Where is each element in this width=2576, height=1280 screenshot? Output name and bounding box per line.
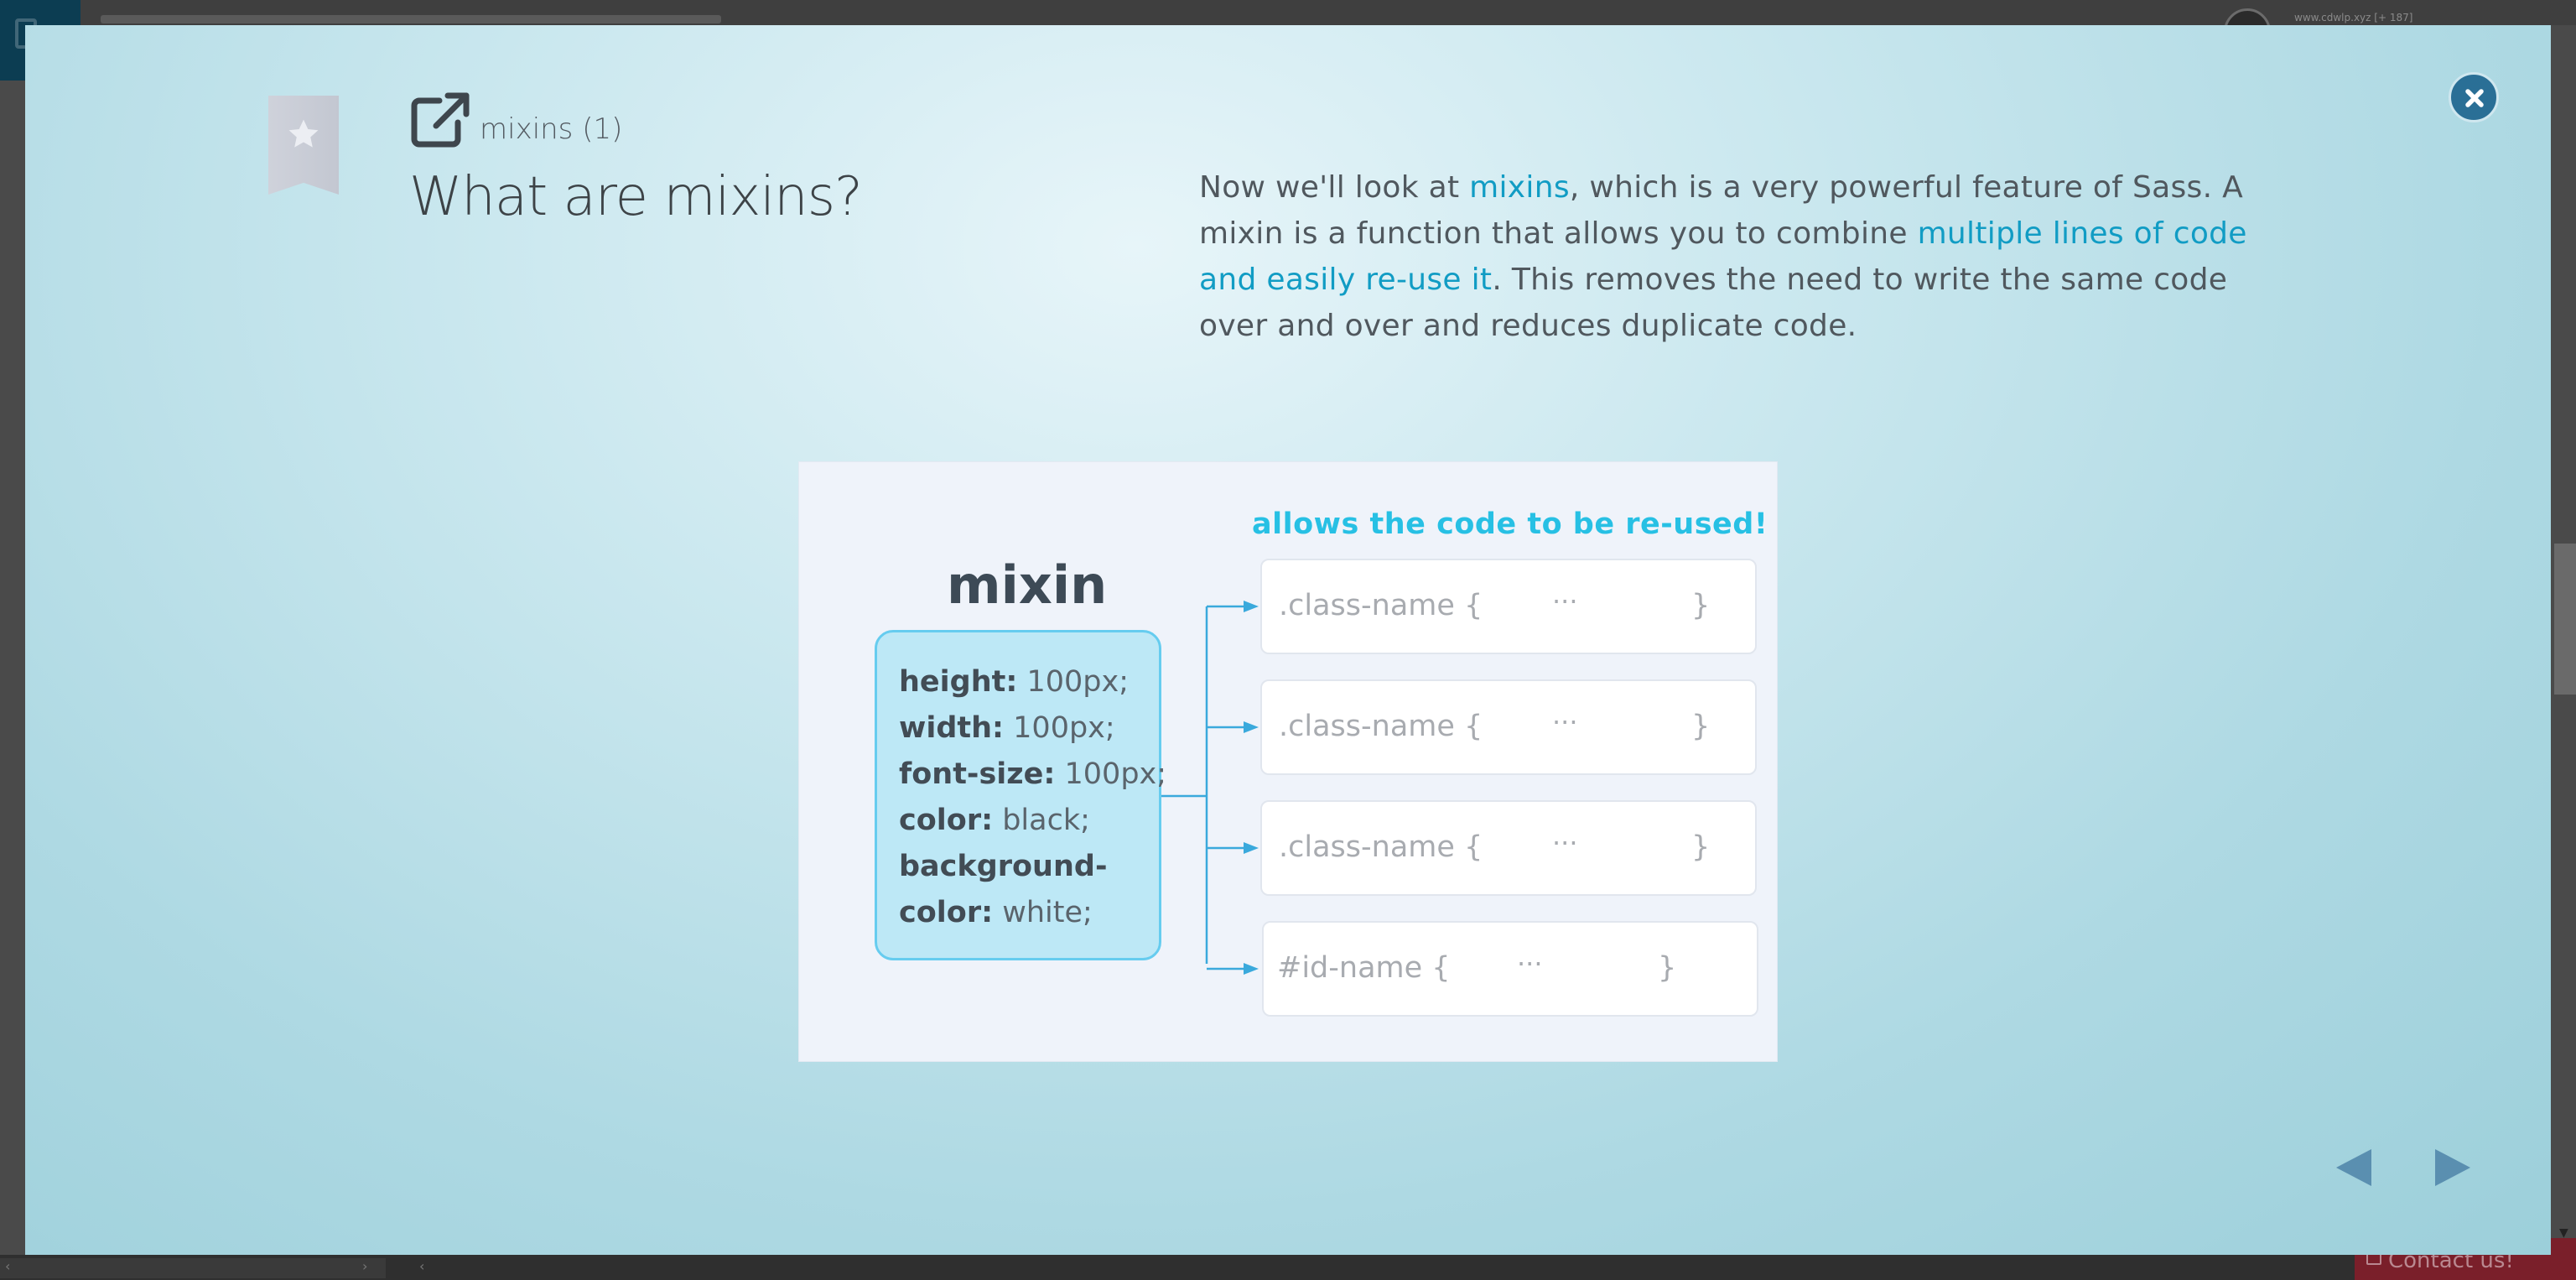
- star-icon: [288, 119, 319, 148]
- closing-brace: }: [1691, 710, 1711, 743]
- scroll-left-arrow-icon: ‹: [419, 1258, 425, 1274]
- intro-text: Now we'll look at: [1199, 170, 1470, 205]
- background-user-text: www.cdwlp.xyz [+ 187]: [2294, 12, 2413, 23]
- close-button[interactable]: [2449, 72, 2499, 122]
- target-code-block: #id-name { ··· }: [1262, 921, 1758, 1017]
- horizontal-scrollbar: [0, 1258, 386, 1278]
- scroll-left-arrow-icon: ‹: [5, 1258, 11, 1274]
- external-link-icon[interactable]: [411, 92, 471, 148]
- ellipsis-text: ···: [1552, 827, 1578, 859]
- selector-text: .class-name {: [1279, 589, 1483, 622]
- selector-text: .class-name {: [1279, 710, 1483, 743]
- mixin-diagram: allows the code to be re-used! mixin hei…: [798, 461, 1778, 1062]
- background-search-bar: [101, 15, 721, 23]
- selector-text: #id-name {: [1277, 951, 1451, 985]
- target-code-block: .class-name { ··· }: [1260, 800, 1757, 896]
- breadcrumb: mixins (1): [480, 112, 623, 146]
- background-bottom-bar: [0, 1255, 2576, 1280]
- ellipsis-text: ···: [1517, 948, 1543, 980]
- bookmark-button[interactable]: [268, 96, 339, 195]
- selector-text: .class-name {: [1279, 830, 1483, 864]
- ellipsis-text: ···: [1552, 585, 1578, 617]
- intro-paragraph: Now we'll look at mixins, which is a ver…: [1199, 164, 2289, 349]
- scroll-right-arrow-icon: ›: [362, 1258, 368, 1274]
- previous-slide-button[interactable]: [2328, 1142, 2378, 1193]
- close-icon: [2465, 89, 2484, 107]
- ellipsis-text: ···: [1552, 706, 1578, 738]
- lesson-modal: mixins (1) What are mixins? Now we'll lo…: [25, 25, 2551, 1255]
- page-title: What are mixins?: [409, 166, 863, 228]
- target-code-block: .class-name { ··· }: [1260, 559, 1757, 654]
- target-code-block: .class-name { ··· }: [1260, 679, 1757, 775]
- next-slide-button[interactable]: [2428, 1142, 2479, 1193]
- closing-brace: }: [1691, 830, 1711, 864]
- page-scrollbar-thumb: [2554, 544, 2576, 695]
- highlight-mixins: mixins: [1469, 170, 1570, 205]
- closing-brace: }: [1691, 589, 1711, 622]
- closing-brace: }: [1658, 951, 1677, 985]
